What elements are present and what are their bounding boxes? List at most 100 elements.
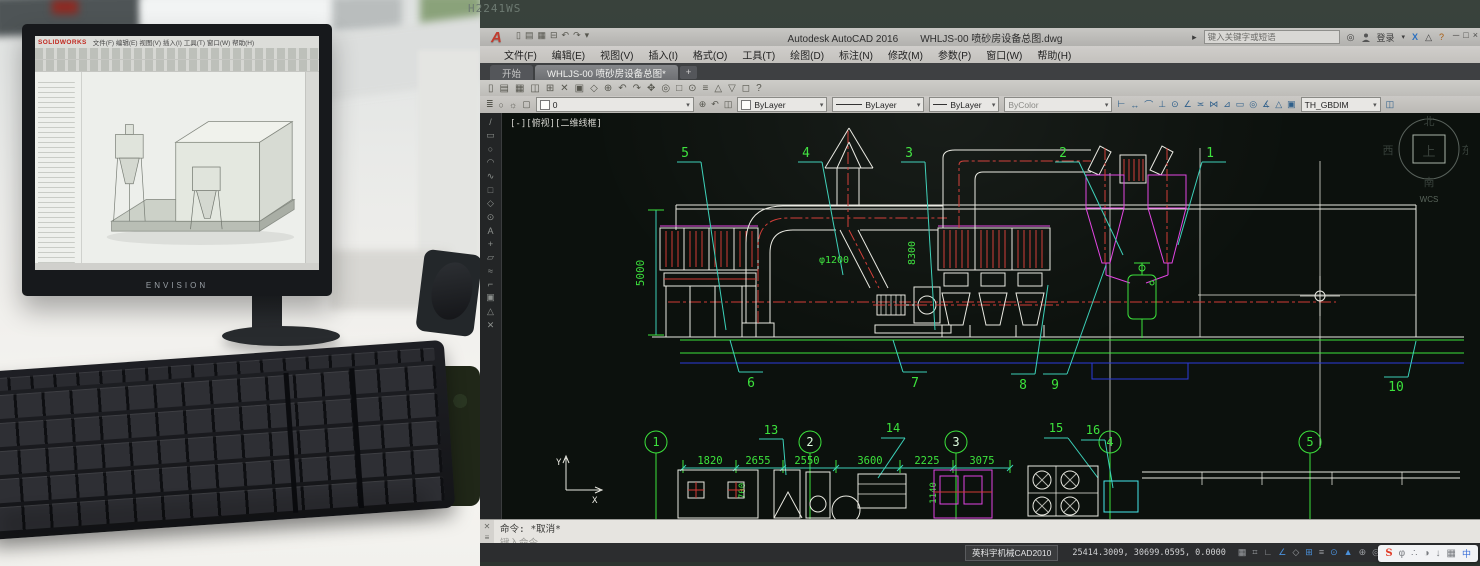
open-icon[interactable]: ▤ (500, 83, 509, 94)
erase-icon[interactable]: ✕ (487, 320, 495, 331)
menu-help[interactable]: 帮助(H) (1037, 47, 1071, 62)
dim-linear-icon[interactable]: ⊢ (1117, 99, 1125, 110)
input-method-bar[interactable]: S φ ∴ ◑ ↓ ▦ 中 (1378, 545, 1478, 562)
menu-insert[interactable]: 插入(I) (648, 47, 677, 62)
save-icon[interactable]: ▦ (515, 83, 524, 94)
rectangle-icon[interactable]: □ (488, 185, 493, 195)
bulb-icon[interactable]: ○ (499, 100, 504, 110)
undo-icon[interactable]: ↶ (618, 83, 626, 94)
exchange-apps-icon[interactable]: X (1412, 32, 1418, 42)
maximize-button[interactable]: □ (1463, 30, 1468, 40)
menu-dimension[interactable]: 标注(N) (839, 47, 873, 62)
new-icon[interactable]: ▯ (488, 83, 494, 94)
osnap-toggle-icon[interactable]: ⊞ (1305, 547, 1313, 558)
plugin-button[interactable]: 英科宇机械CAD2010 (965, 545, 1058, 561)
polyline-icon[interactable]: ▭ (486, 130, 495, 141)
freeze-icon[interactable]: ☼ (509, 100, 517, 110)
preview-icon[interactable]: ⊞ (546, 83, 554, 94)
menu-format[interactable]: 格式(O) (693, 47, 727, 62)
dim-baseline-icon[interactable]: ≍ (1197, 99, 1205, 110)
zoom-window-icon[interactable]: □ (676, 83, 682, 94)
dimstyle-combo[interactable]: TH_GBDIM▾ (1301, 97, 1381, 112)
prev-layer-icon[interactable]: ↶ (711, 99, 719, 110)
dim-angular-icon[interactable]: ∠ (1184, 99, 1192, 110)
donut-icon[interactable]: ⊙ (487, 212, 495, 223)
collapse-arrow-icon[interactable]: ▸ (1192, 32, 1197, 43)
isodraft-toggle-icon[interactable]: ◇ (1292, 547, 1299, 558)
dimstyle-manager-icon[interactable]: ◫ (1386, 99, 1395, 110)
dim-leader-icon[interactable]: ⊿ (1223, 99, 1231, 110)
block-icon[interactable]: ▣ (486, 292, 495, 303)
linetype-combo[interactable]: ByLayer▾ (832, 97, 924, 112)
lineweight-toggle-icon[interactable]: ⊙ (1330, 547, 1338, 558)
task-pane[interactable] (305, 72, 319, 263)
help-search-input[interactable]: 键入关键字或短语 (1204, 30, 1340, 44)
customize-icon[interactable]: ≡ (485, 533, 490, 542)
color-combo[interactable]: ByLayer▾ (737, 97, 827, 112)
wedge-icon[interactable]: △ (487, 306, 494, 317)
viewcube[interactable]: 上 北 西 东 南 WCS (1383, 115, 1469, 206)
dim-radius-icon[interactable]: ⊙ (1171, 99, 1179, 110)
cut-icon[interactable]: ✕ (560, 83, 568, 94)
polar-toggle-icon[interactable]: ∠ (1278, 547, 1286, 558)
close-icon[interactable]: ✕ (484, 522, 491, 531)
dim-update-icon[interactable]: ▣ (1287, 99, 1296, 110)
sign-in-button[interactable]: 登录 (1377, 31, 1395, 44)
layer-combo[interactable]: 0▾ (536, 97, 694, 112)
layer-states-icon[interactable]: ◫ (724, 99, 733, 110)
ime-phonetic-icon[interactable]: φ (1399, 548, 1405, 559)
autodesk360-icon[interactable]: △ (1425, 32, 1432, 43)
toolpalette-icon[interactable]: ▽ (728, 83, 736, 94)
ime-download-icon[interactable]: ↓ (1436, 548, 1441, 559)
point-icon[interactable]: + (488, 239, 493, 249)
search-binoculars-icon[interactable]: ◎ (1347, 32, 1355, 43)
sheetset-icon[interactable]: ◻ (742, 83, 750, 94)
menu-parametric[interactable]: 参数(P) (938, 47, 971, 62)
menu-draw[interactable]: 绘图(D) (790, 47, 824, 62)
ortho-toggle-icon[interactable]: ∟ (1263, 547, 1272, 558)
revision-cloud-icon[interactable]: ≈ (488, 266, 493, 276)
line-icon[interactable]: / (489, 117, 492, 127)
hatch-icon[interactable]: ▱ (487, 252, 494, 263)
copy-icon[interactable]: ▣ (575, 83, 584, 94)
snap-toggle-icon[interactable]: ⌗ (1252, 547, 1257, 558)
dim-center-icon[interactable]: ◎ (1249, 99, 1257, 110)
circle-icon[interactable]: ○ (488, 144, 493, 154)
new-tab-button[interactable]: + (680, 66, 698, 79)
menu-view[interactable]: 视图(V) (600, 47, 633, 62)
linetype-toggle-icon[interactable]: ≡ (1319, 547, 1324, 558)
dropdown-icon[interactable]: ▾ (1402, 33, 1406, 41)
dim-aligned-icon[interactable]: ↔ (1130, 100, 1139, 110)
ime-lang-toggle[interactable]: 中 (1462, 547, 1471, 560)
plotstyle-combo[interactable]: ByColor▾ (1004, 97, 1112, 112)
pan-icon[interactable]: ✥ (647, 83, 655, 94)
lock-icon[interactable]: ▢ (522, 99, 531, 110)
designcenter-icon[interactable]: △ (714, 83, 722, 94)
sogou-logo-icon[interactable]: S (1385, 548, 1392, 559)
drawing-canvas[interactable]: /▭○◠∿□◇⊙A+▱≈⌐▣△✕ [-][俯视][二维线框] (480, 113, 1480, 519)
solidworks-toolbar-row1[interactable] (35, 48, 319, 60)
feature-tree-panel[interactable] (35, 72, 82, 263)
arc-icon[interactable]: ◠ (487, 157, 495, 168)
solidworks-toolbar-row2[interactable] (35, 60, 319, 72)
polygon-icon[interactable]: ◇ (487, 198, 494, 209)
text-icon[interactable]: A (487, 226, 493, 236)
construction-line-icon[interactable]: ⌐ (488, 279, 493, 289)
ime-skin-icon[interactable]: ◑ (1423, 548, 1429, 559)
match-props-icon[interactable]: ⊕ (604, 83, 612, 94)
menu-file[interactable]: 文件(F) (504, 47, 537, 62)
dim-edit-icon[interactable]: ∡ (1262, 99, 1270, 110)
zoom-previous-icon[interactable]: ⊙ (688, 83, 696, 94)
menu-window[interactable]: 窗口(W) (986, 47, 1022, 62)
ime-keyboard-icon[interactable]: ▦ (1447, 548, 1456, 559)
dim-continue-icon[interactable]: ⋈ (1209, 99, 1218, 110)
paste-icon[interactable]: ◇ (590, 83, 598, 94)
make-layer-icon[interactable]: ⊕ (699, 99, 707, 110)
annotation-icon[interactable]: ▲ (1344, 547, 1353, 558)
command-line[interactable]: 命令: *取消* 键入命令 (494, 520, 1480, 543)
menu-edit[interactable]: 编辑(E) (552, 47, 585, 62)
solidworks-viewport[interactable] (82, 72, 305, 263)
dim-arc-icon[interactable]: ⌒ (1144, 98, 1153, 111)
dim-tolerance-icon[interactable]: ▭ (1236, 99, 1245, 110)
titlebar[interactable]: A ▯▤▦⊟↶↷▾ Autodesk AutoCAD 2016WHLJS-00 … (480, 28, 1480, 46)
